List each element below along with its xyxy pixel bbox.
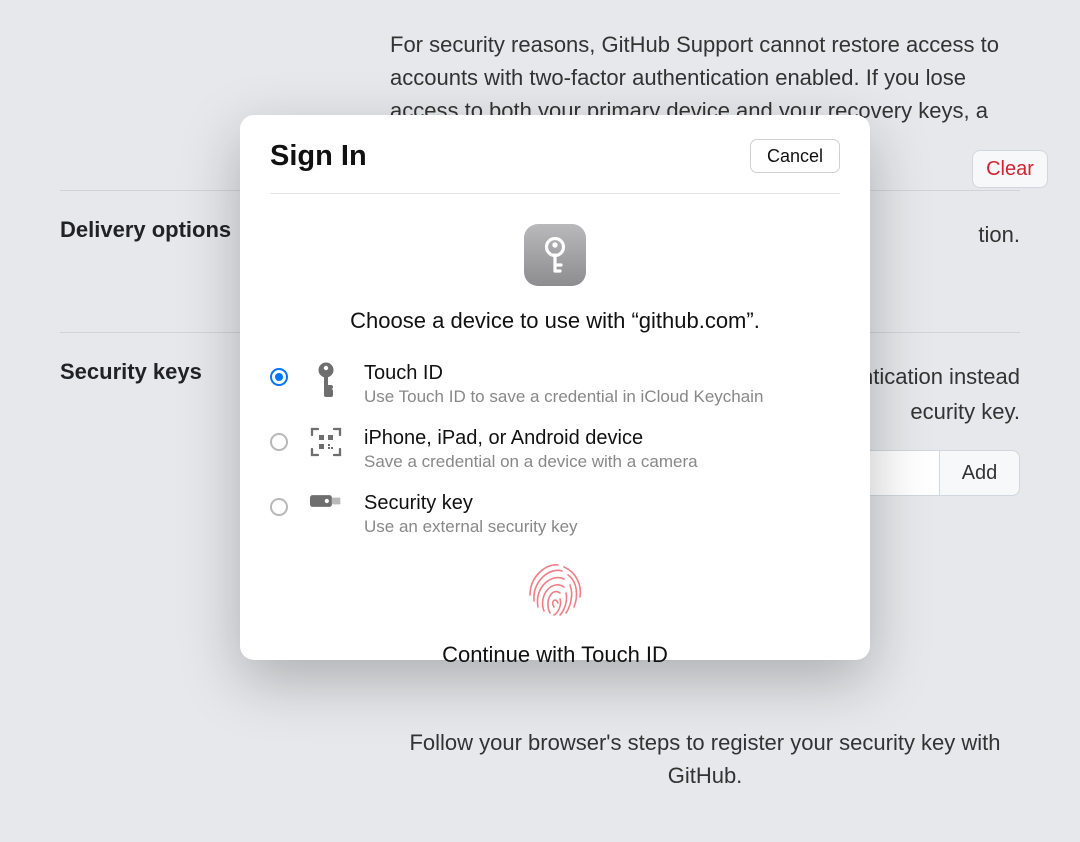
add-button[interactable]: Add	[940, 450, 1020, 496]
option-title: Security key	[364, 492, 578, 515]
key-icon	[540, 237, 570, 273]
radio-other-device[interactable]	[270, 433, 288, 451]
radio-touch-id[interactable]	[270, 368, 288, 386]
follow-browser-text: Follow your browser's steps to register …	[390, 726, 1020, 792]
continue-with-touch-id[interactable]: Continue with Touch ID	[270, 642, 840, 668]
option-title: iPhone, iPad, or Android device	[364, 427, 698, 450]
option-security-key[interactable]: Security key Use an external security ke…	[270, 492, 840, 537]
usb-key-icon	[310, 492, 342, 510]
option-description: Use an external security key	[364, 517, 578, 537]
radio-security-key[interactable]	[270, 498, 288, 516]
cancel-button[interactable]: Cancel	[750, 139, 840, 173]
fingerprint-icon[interactable]	[270, 557, 840, 626]
option-title: Touch ID	[364, 362, 763, 385]
choose-device-prompt: Choose a device to use with “github.com”…	[270, 308, 840, 334]
passwords-app-icon	[524, 224, 586, 286]
clear-button[interactable]: Clear	[972, 150, 1048, 188]
modal-title: Sign In	[270, 140, 367, 173]
modal-header: Sign In Cancel	[270, 139, 840, 194]
option-touch-id[interactable]: Touch ID Use Touch ID to save a credenti…	[270, 362, 840, 407]
option-description: Use Touch ID to save a credential in iCl…	[364, 387, 763, 407]
option-description: Save a credential on a device with a cam…	[364, 452, 698, 472]
option-other-device[interactable]: iPhone, iPad, or Android device Save a c…	[270, 427, 840, 472]
sign-in-modal: Sign In Cancel Choose a device to use wi…	[240, 115, 870, 660]
key-filled-icon	[310, 362, 342, 398]
device-options: Touch ID Use Touch ID to save a credenti…	[270, 362, 840, 537]
qr-scanner-icon	[310, 427, 342, 457]
